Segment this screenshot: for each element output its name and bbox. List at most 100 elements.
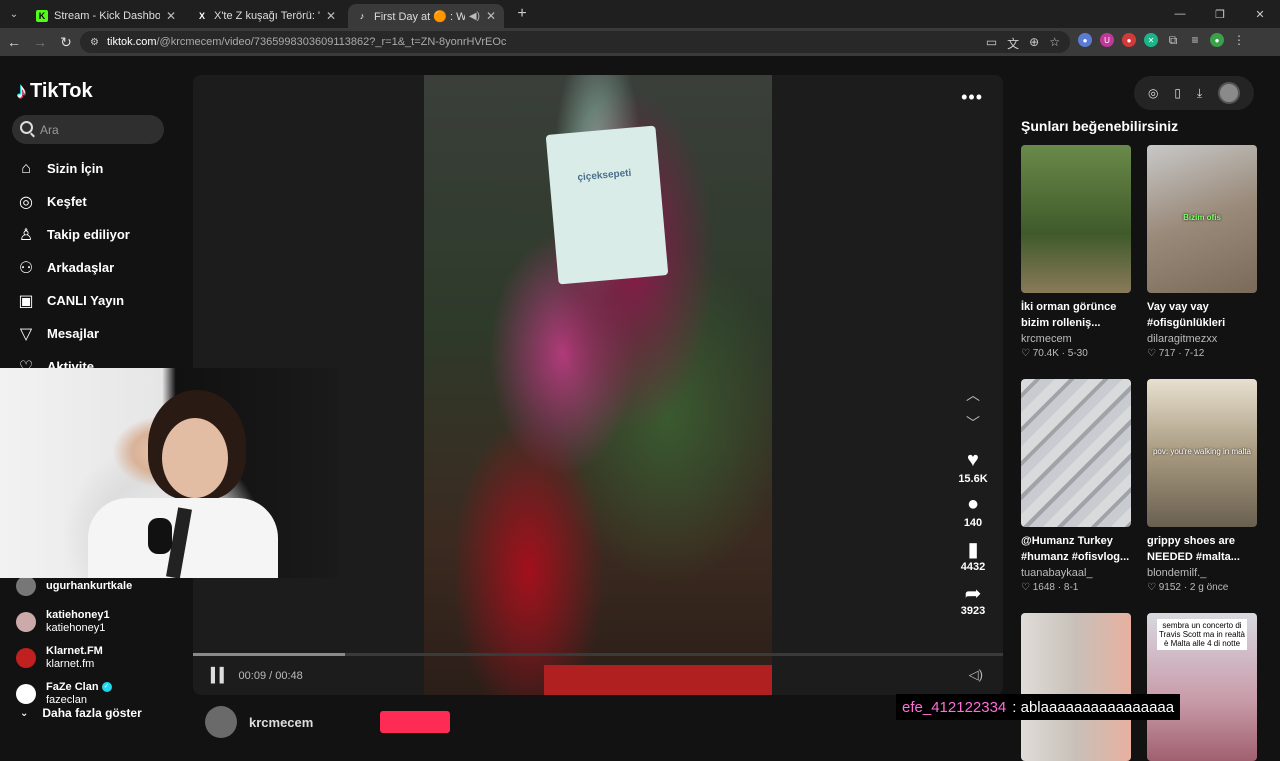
url-path: /@krcmecem/video/7365998303609113862?_r=…	[156, 36, 507, 48]
video-caption[interactable]: İki orman görünce bizim rolleniş...	[1021, 299, 1131, 331]
window-controls: — ❐ ✕	[1160, 0, 1280, 28]
tab-search-icon[interactable]: ⌄	[0, 0, 28, 28]
browser-tab-active[interactable]: ♪ First Day at 🟠 : Work Vlog ◀) ✕	[348, 4, 504, 28]
author-name[interactable]: krcmecem	[249, 715, 313, 730]
translate-icon[interactable]: 文	[1007, 35, 1019, 52]
comment-button[interactable]: ● 140	[964, 493, 982, 529]
suggested-video-card[interactable]: pov: you're walking in malta grippy shoe…	[1147, 379, 1257, 593]
media-icon[interactable]: ≡	[1188, 33, 1202, 47]
like-button[interactable]: ♥ 15.6K	[958, 449, 987, 485]
video-thumbnail[interactable]	[1021, 145, 1131, 293]
extension-icon[interactable]: ✕	[1144, 33, 1158, 47]
site-info-icon[interactable]: ⚙	[90, 37, 99, 48]
suggestions-title: Şunları beğenebilirsiniz	[1021, 118, 1179, 134]
new-tab-button[interactable]: +	[510, 2, 534, 26]
suggested-video-card[interactable]: İki orman görünce bizim rolleniş... krcm…	[1021, 145, 1131, 359]
webcam-overlay	[0, 368, 338, 578]
video-actions: ︿ ﹀ ♥ 15.6K ● 140 ▮ 4432 ➦ 3923	[950, 385, 996, 617]
video-caption[interactable]: grippy shoes are NEEDED #malta...	[1147, 533, 1257, 565]
video-caption[interactable]: @Humanz Turkey #humanz #ofisvlog...	[1021, 533, 1131, 565]
video-caption[interactable]: Vay vay vay #ofisgünlükleri	[1147, 299, 1257, 331]
previous-video-icon[interactable]: ︿	[966, 385, 980, 413]
extension-icon[interactable]: ●	[1078, 33, 1092, 47]
video-thumbnail[interactable]	[1021, 613, 1131, 761]
more-options-icon[interactable]: •••	[961, 87, 983, 108]
video-frame[interactable]: çiçeksepeti	[424, 75, 772, 695]
minimize-icon[interactable]: —	[1160, 0, 1200, 28]
video-author[interactable]: krcmecem	[1021, 333, 1131, 345]
nav-item-following[interactable]: ♙ Takip ediliyor	[16, 218, 130, 251]
browser-tab[interactable]: K Stream - Kick Dashboard ✕	[28, 4, 184, 28]
forward-icon[interactable]: →	[28, 30, 52, 54]
close-tab-icon[interactable]: ✕	[326, 9, 336, 23]
like-count: 1648	[1032, 582, 1055, 593]
address-bar-row: ← → ↻ ⚙ tiktok.com/@krcmecem/video/73659…	[0, 28, 1280, 56]
bookmark-star-icon[interactable]: ☆	[1049, 35, 1060, 52]
video-author[interactable]: tuanabaykaal_	[1021, 567, 1131, 579]
avatar	[16, 612, 36, 632]
nav-label: Keşfet	[47, 194, 87, 209]
suggested-video-card[interactable]: sembra un concerto di Travis Scott ma in…	[1147, 613, 1257, 761]
chat-username: efe_412122334	[902, 698, 1007, 716]
explore-icon[interactable]: ◎	[1148, 86, 1158, 100]
nav-item-live[interactable]: ▣ CANLI Yayın	[16, 284, 130, 317]
video-thumbnail[interactable]: Bizim ofis	[1147, 145, 1257, 293]
browser-menu-icon[interactable]: ⋮	[1232, 33, 1246, 47]
nav-label: Sizin İçin	[47, 161, 104, 176]
nav-item-for-you[interactable]: ⌂ Sizin İçin	[16, 152, 130, 185]
extensions-puzzle-icon[interactable]: ⧉	[1166, 33, 1180, 47]
video-author[interactable]: blondemilf._	[1147, 567, 1257, 579]
close-tab-icon[interactable]: ✕	[166, 9, 176, 23]
extension-icon[interactable]: ●	[1122, 33, 1136, 47]
nav-item-messages[interactable]: ▽ Mesajlar	[16, 317, 130, 350]
show-more-link[interactable]: ⌄ Daha fazla göster	[20, 706, 142, 720]
speaker-icon[interactable]: ◀)	[469, 11, 480, 22]
zoom-icon[interactable]: ⊕	[1029, 35, 1039, 52]
video-date: 8-1	[1063, 582, 1079, 593]
gift-box: çiçeksepeti	[545, 125, 669, 285]
suggested-video-card[interactable]: Bizim ofis Vay vay vay #ofisgünlükleri d…	[1147, 145, 1257, 359]
search-input[interactable]: Ara	[12, 115, 164, 144]
nav-item-friends[interactable]: ⚇ Arkadaşlar	[16, 251, 130, 284]
nav-item-explore[interactable]: ◎ Keşfet	[16, 185, 130, 218]
save-button[interactable]: ▮ 4432	[961, 537, 985, 573]
reload-icon[interactable]: ↻	[54, 30, 78, 54]
following-account[interactable]: katiehoney1 katiehoney1	[16, 604, 132, 640]
video-thumbnail[interactable]	[1021, 379, 1131, 527]
video-meta: ♡ 70.4K · 5-30	[1021, 348, 1088, 359]
comment-count: 140	[963, 517, 983, 529]
follow-button[interactable]	[380, 711, 450, 733]
video-author[interactable]: dilaragitmezxx	[1147, 333, 1257, 345]
avatar	[16, 684, 36, 704]
download-icon[interactable]: ⤓	[1197, 86, 1202, 101]
kick-favicon-icon: K	[36, 10, 48, 22]
suggested-video-card[interactable]: @Humanz Turkey #humanz #ofisvlog... tuan…	[1021, 379, 1131, 593]
avatar[interactable]	[205, 706, 237, 738]
video-date: 7-12	[1184, 348, 1205, 359]
cast-icon[interactable]: ▭	[986, 35, 997, 52]
video-thumbnail[interactable]: pov: you're walking in malta	[1147, 379, 1257, 527]
browser-tab[interactable]: X X'te Z kuşağı Terörü: "Dünyanın ✕	[188, 4, 344, 28]
url-input[interactable]: ⚙ tiktok.com/@krcmecem/video/73659983036…	[80, 31, 1070, 53]
suggested-video-card[interactable]	[1021, 613, 1131, 761]
get-app-icon[interactable]: ▯	[1174, 86, 1181, 100]
extension-icon[interactable]: U	[1100, 33, 1114, 47]
tiktok-logo[interactable]: ♪ TikTok	[16, 78, 93, 104]
profile-avatar[interactable]	[1218, 82, 1241, 104]
next-video-icon[interactable]: ﹀	[966, 413, 980, 441]
share-button[interactable]: ➦ 3923	[961, 581, 985, 617]
profile-avatar-icon[interactable]: ●	[1210, 33, 1224, 47]
restore-icon[interactable]: ❐	[1200, 0, 1240, 28]
back-icon[interactable]: ←	[2, 30, 26, 54]
video-progress-bar[interactable]	[193, 653, 1003, 656]
progress-fill	[193, 653, 345, 656]
pause-icon[interactable]: ▍▍	[211, 667, 230, 684]
close-tab-icon[interactable]: ✕	[486, 9, 496, 23]
nav-label: CANLI Yayın	[47, 293, 125, 308]
sidebar-nav: ⌂ Sizin İçin ◎ Keşfet ♙ Takip ediliyor ⚇ Ark…	[16, 152, 130, 383]
thumbnail-overlay-text: pov: you're walking in malta	[1152, 447, 1252, 456]
volume-icon[interactable]: ◁)	[969, 667, 983, 683]
video-thumbnail[interactable]: sembra un concerto di Travis Scott ma in…	[1147, 613, 1257, 761]
following-account[interactable]: Klarnet.FM klarnet.fm	[16, 640, 132, 676]
close-window-icon[interactable]: ✕	[1240, 0, 1280, 28]
